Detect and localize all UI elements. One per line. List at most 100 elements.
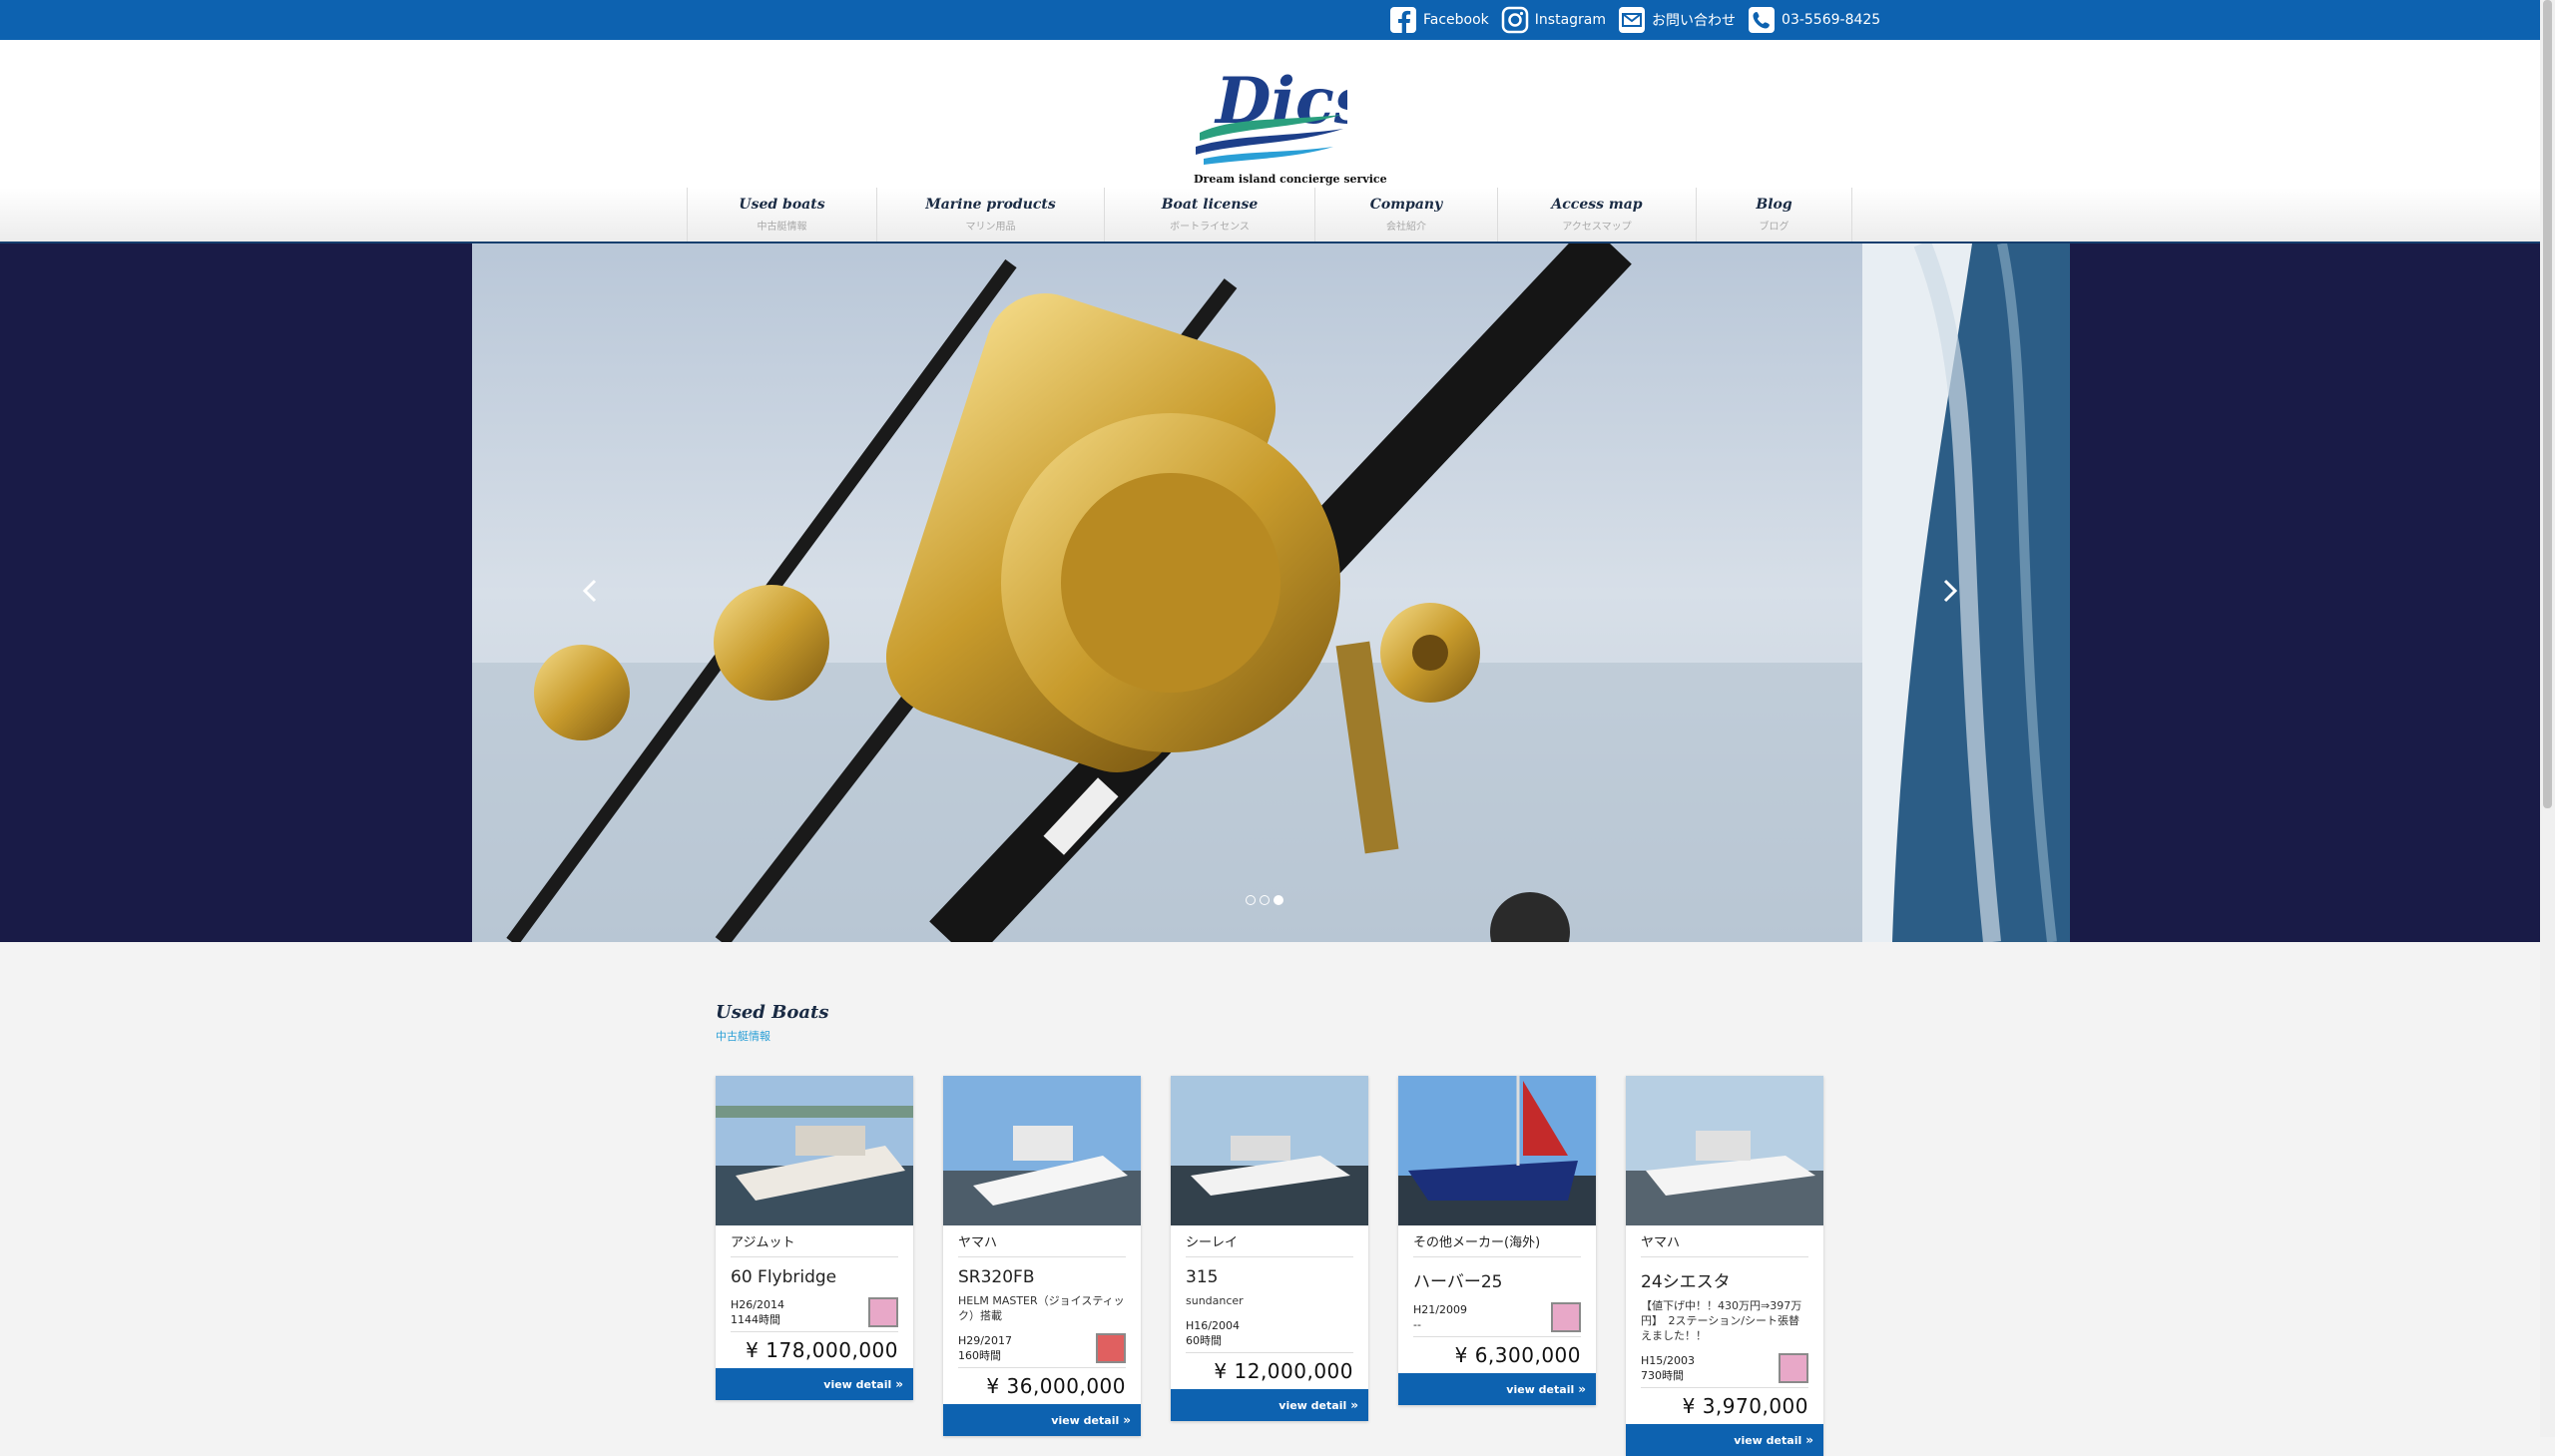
slider-dot-active[interactable] xyxy=(1274,895,1283,905)
section-subtitle: 中古艇情報 xyxy=(716,1030,770,1043)
section-title: Used Boats xyxy=(716,1002,829,1023)
boat-maker: シーレイ xyxy=(1186,1231,1353,1257)
instagram-label: Instagram xyxy=(1534,12,1607,28)
status-badge-icon xyxy=(1779,1353,1808,1383)
status-badge-icon xyxy=(1096,1333,1126,1363)
boat-photo xyxy=(943,1076,1141,1225)
nav-sublabel: アクセスマップ xyxy=(1562,222,1632,233)
boat-price: ¥ 12,000,000 xyxy=(1186,1352,1353,1389)
boat-card[interactable]: その他メーカー(海外) ハーバー25 H21/2009 -- ¥ 6,300,0… xyxy=(1398,1076,1596,1405)
nav-label: Used boats xyxy=(739,197,825,213)
instagram-link[interactable]: Instagram xyxy=(1501,6,1606,34)
chevron-right-icon: » xyxy=(1350,1398,1358,1412)
boat-model: 315 xyxy=(1186,1267,1219,1287)
view-detail-label: view detail xyxy=(1734,1433,1802,1447)
logo-tagline: Dream island concierge service xyxy=(1194,173,1387,186)
slider-dot[interactable] xyxy=(1260,895,1270,905)
top-bar: Facebook Instagram お問い合わせ 03-5569-8425 xyxy=(0,0,2540,40)
boat-card[interactable]: ヤマハ 24シエスタ 【値下げ中！！430万円⇒397万円】 2ステーション/シ… xyxy=(1626,1076,1823,1456)
nav-sublabel: 会社紹介 xyxy=(1386,222,1426,233)
top-links: Facebook Instagram お問い合わせ 03-5569-8425 xyxy=(1389,0,1884,40)
scrollbar-thumb[interactable] xyxy=(2543,0,2552,808)
nav-label: Company xyxy=(1369,197,1443,213)
slider-dots xyxy=(1246,895,1283,905)
status-badge-icon xyxy=(868,1297,898,1327)
nav-sublabel: ブログ xyxy=(1759,222,1789,233)
boat-meta: H15/2003 730時間 xyxy=(1641,1353,1808,1383)
slider-dot[interactable] xyxy=(1246,895,1256,905)
site-header: Dics Dream island concierge service Used… xyxy=(0,40,2540,243)
logo-mark: Dics xyxy=(1196,64,1347,165)
boat-model: SR320FB xyxy=(958,1267,1035,1287)
view-detail-label: view detail xyxy=(1051,1413,1120,1427)
boat-photo xyxy=(716,1076,913,1225)
phone-label: 03-5569-8425 xyxy=(1782,12,1881,28)
boat-card[interactable]: シーレイ 315 sundancer H16/2004 60時間 ¥ 12,00… xyxy=(1171,1076,1368,1421)
boat-price: ¥ 178,000,000 xyxy=(731,1331,898,1368)
boat-photo xyxy=(1626,1076,1823,1225)
nav-label: Boat license xyxy=(1161,197,1259,213)
boat-maker: ヤマハ xyxy=(1641,1231,1808,1257)
view-detail-button[interactable]: view detail» xyxy=(716,1368,913,1400)
boat-description: 【値下げ中！！430万円⇒397万円】 2ステーション/シート張替えました！！ xyxy=(1641,1299,1802,1342)
nav-item-marine-products[interactable]: Marine products マリン用品 xyxy=(876,188,1104,242)
nav-sublabel: ボートライセンス xyxy=(1170,222,1250,233)
contact-link[interactable]: お問い合わせ xyxy=(1618,6,1736,34)
facebook-label: Facebook xyxy=(1423,12,1489,28)
phone-icon xyxy=(1748,6,1776,34)
nav-sublabel: 中古艇情報 xyxy=(757,222,807,233)
facebook-link[interactable]: Facebook xyxy=(1389,6,1489,34)
view-detail-button[interactable]: view detail» xyxy=(1626,1424,1823,1456)
view-detail-label: view detail xyxy=(823,1377,892,1391)
nav-label: Marine products xyxy=(925,197,1056,213)
slider-prev-button[interactable] xyxy=(570,571,610,611)
boat-model: 60 Flybridge xyxy=(731,1267,837,1287)
chevron-left-icon xyxy=(582,579,597,603)
view-detail-button[interactable]: view detail» xyxy=(943,1404,1141,1436)
view-detail-button[interactable]: view detail» xyxy=(1171,1389,1368,1421)
view-detail-label: view detail xyxy=(1278,1398,1347,1412)
boat-card[interactable]: ヤマハ SR320FB HELM MASTER（ジョイスティック）搭載 H29/… xyxy=(943,1076,1141,1436)
boat-photo xyxy=(1398,1076,1596,1225)
boat-year: H16/2004 xyxy=(1186,1319,1240,1332)
main-nav: Used boats 中古艇情報 Marine products マリン用品 B… xyxy=(0,188,2540,243)
boat-price: ¥ 36,000,000 xyxy=(958,1367,1126,1404)
page-scrollbar[interactable] xyxy=(2540,0,2555,1437)
nav-item-used-boats[interactable]: Used boats 中古艇情報 xyxy=(687,188,876,242)
nav-item-boat-license[interactable]: Boat license ボートライセンス xyxy=(1104,188,1314,242)
site-logo[interactable]: Dics Dream island concierge service xyxy=(1194,55,1387,186)
boat-description: sundancer xyxy=(1186,1294,1244,1307)
boat-price: ¥ 3,970,000 xyxy=(1641,1387,1808,1424)
boat-description: HELM MASTER（ジョイスティック）搭載 xyxy=(958,1294,1125,1322)
boat-meta: H21/2009 -- xyxy=(1413,1302,1581,1332)
slide-fishing-reels xyxy=(472,243,1862,942)
facebook-icon xyxy=(1389,6,1417,34)
hero-slider xyxy=(0,243,2540,942)
status-badge-icon xyxy=(1551,1302,1581,1332)
boat-model: 24シエスタ xyxy=(1641,1272,1731,1292)
boat-model: ハーバー25 xyxy=(1413,1272,1503,1292)
nav-item-company[interactable]: Company 会社紹介 xyxy=(1314,188,1497,242)
fishing-reel-photo xyxy=(472,243,1862,942)
phone-link[interactable]: 03-5569-8425 xyxy=(1748,6,1880,34)
mail-icon xyxy=(1618,6,1646,34)
view-detail-label: view detail xyxy=(1506,1382,1575,1396)
nav-label: Access map xyxy=(1551,197,1643,213)
boat-meta: H26/2014 1144時間 xyxy=(731,1297,898,1327)
boat-card[interactable]: アジムット 60 Flybridge H26/2014 1144時間 ¥ 178… xyxy=(716,1076,913,1400)
boat-meta: H29/2017 160時間 xyxy=(958,1333,1126,1363)
boat-maker: ヤマハ xyxy=(958,1231,1126,1257)
nav-item-access-map[interactable]: Access map アクセスマップ xyxy=(1497,188,1696,242)
chevron-right-icon: » xyxy=(1578,1382,1586,1396)
slider-next-button[interactable] xyxy=(1930,571,1970,611)
nav-item-blog[interactable]: Blog ブログ xyxy=(1696,188,1852,242)
chevron-right-icon xyxy=(1943,579,1958,603)
chevron-right-icon: » xyxy=(1123,1413,1131,1427)
view-detail-button[interactable]: view detail» xyxy=(1398,1373,1596,1405)
nav-sublabel: マリン用品 xyxy=(965,222,1016,233)
instagram-icon xyxy=(1501,6,1529,34)
boat-maker: アジムット xyxy=(731,1231,898,1257)
boat-maker: その他メーカー(海外) xyxy=(1413,1231,1581,1257)
boat-photo xyxy=(1171,1076,1368,1225)
boat-price: ¥ 6,300,000 xyxy=(1413,1336,1581,1373)
